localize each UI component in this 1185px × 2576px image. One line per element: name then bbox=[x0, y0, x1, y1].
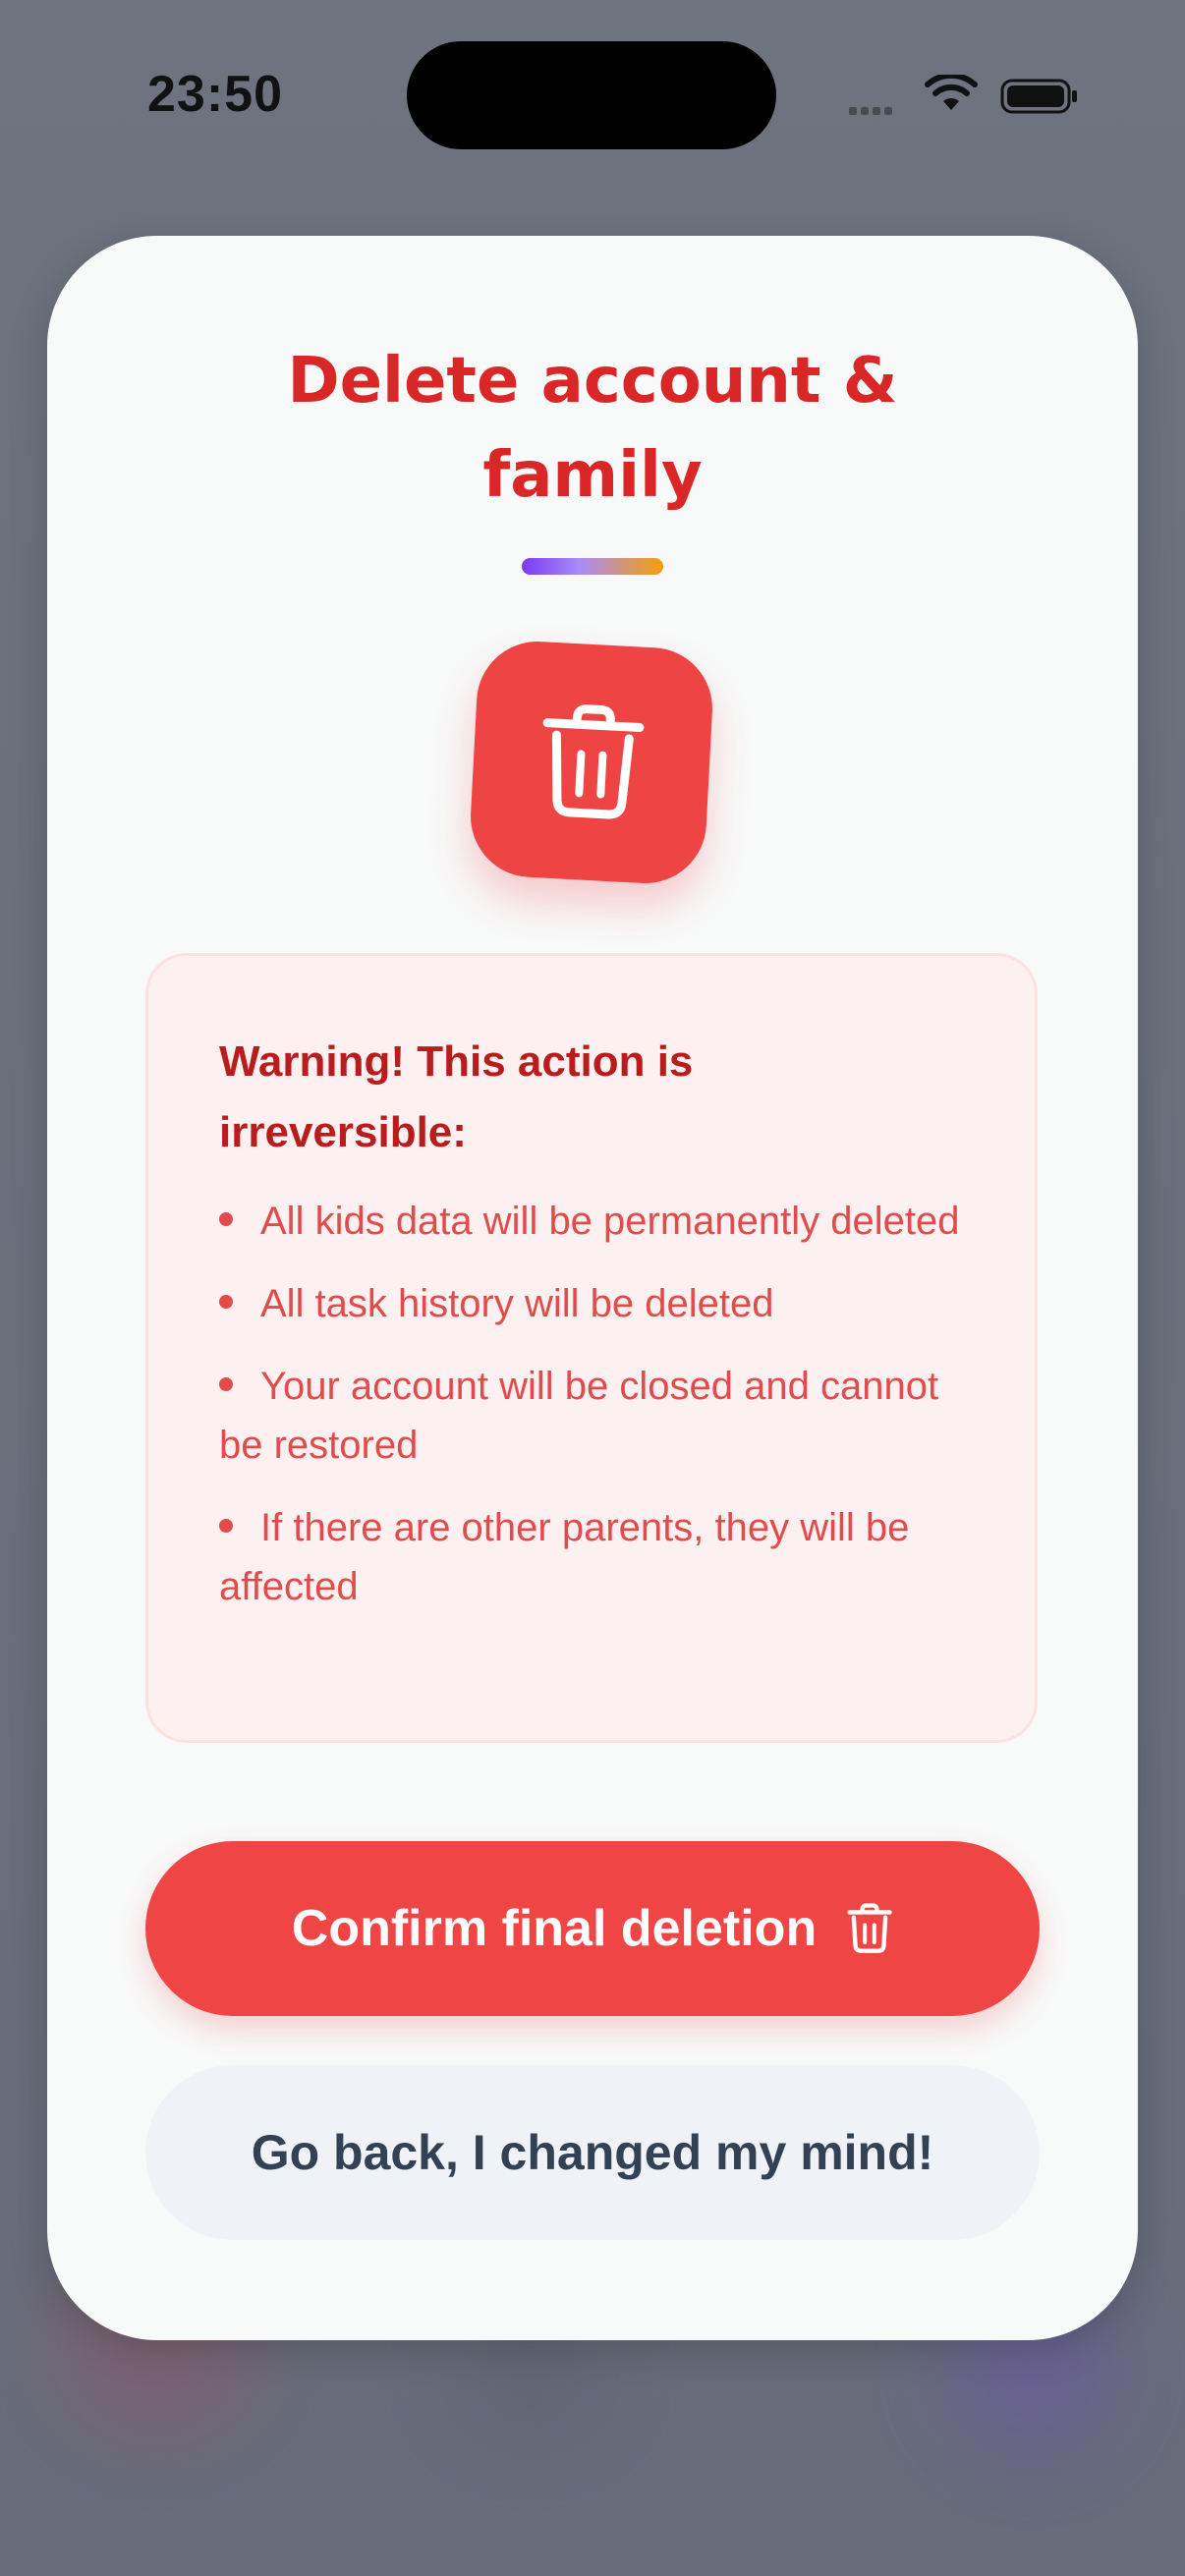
dialog-title-line: Delete account & bbox=[287, 345, 898, 418]
warning-box: Warning! This action is irreversible: Al… bbox=[145, 953, 1038, 1743]
cellular-signal-icon bbox=[849, 102, 896, 120]
warning-item: Your account will be closed and cannot b… bbox=[219, 1357, 986, 1475]
warning-item-text: Your account will be closed and cannot b… bbox=[219, 1365, 939, 1467]
bullet-dot bbox=[219, 1377, 233, 1392]
warning-item-text: All kids data will be permanently delete… bbox=[260, 1200, 960, 1243]
battery-icon bbox=[1000, 79, 1077, 114]
go-back-button[interactable]: Go back, I changed my mind! bbox=[145, 2065, 1040, 2240]
trash-badge bbox=[467, 638, 716, 887]
dialog-title: Delete account & family bbox=[47, 334, 1138, 523]
go-back-label: Go back, I changed my mind! bbox=[251, 2125, 934, 2180]
warning-item-text: If there are other parents, they will be… bbox=[219, 1506, 910, 1608]
confirm-deletion-label: Confirm final deletion bbox=[291, 1900, 818, 1957]
status-time: 23:50 bbox=[147, 66, 283, 123]
warning-item: All kids data will be permanently delete… bbox=[219, 1192, 986, 1251]
delete-account-dialog: Delete account & family Warning! This ac… bbox=[47, 236, 1138, 2340]
bullet-dot bbox=[219, 1212, 233, 1227]
warning-item: All task history will be deleted bbox=[219, 1274, 986, 1333]
warning-list: All kids data will be permanently delete… bbox=[219, 1192, 986, 1640]
title-accent-bar bbox=[522, 558, 663, 575]
bullet-dot bbox=[219, 1295, 233, 1310]
confirm-deletion-button[interactable]: Confirm final deletion bbox=[145, 1841, 1040, 2016]
warning-title: Warning! This action is irreversible: bbox=[219, 1037, 694, 1156]
warning-item-text: All task history will be deleted bbox=[260, 1282, 774, 1325]
trash-icon bbox=[542, 704, 645, 819]
warning-item: If there are other parents, they will be… bbox=[219, 1498, 986, 1616]
dialog-title-line: family bbox=[482, 439, 703, 512]
trash-icon bbox=[847, 1903, 892, 1953]
wifi-icon bbox=[925, 75, 978, 110]
status-bar: 23:50 bbox=[0, 0, 1185, 187]
dynamic-island bbox=[407, 41, 776, 149]
bullet-dot bbox=[219, 1519, 233, 1534]
